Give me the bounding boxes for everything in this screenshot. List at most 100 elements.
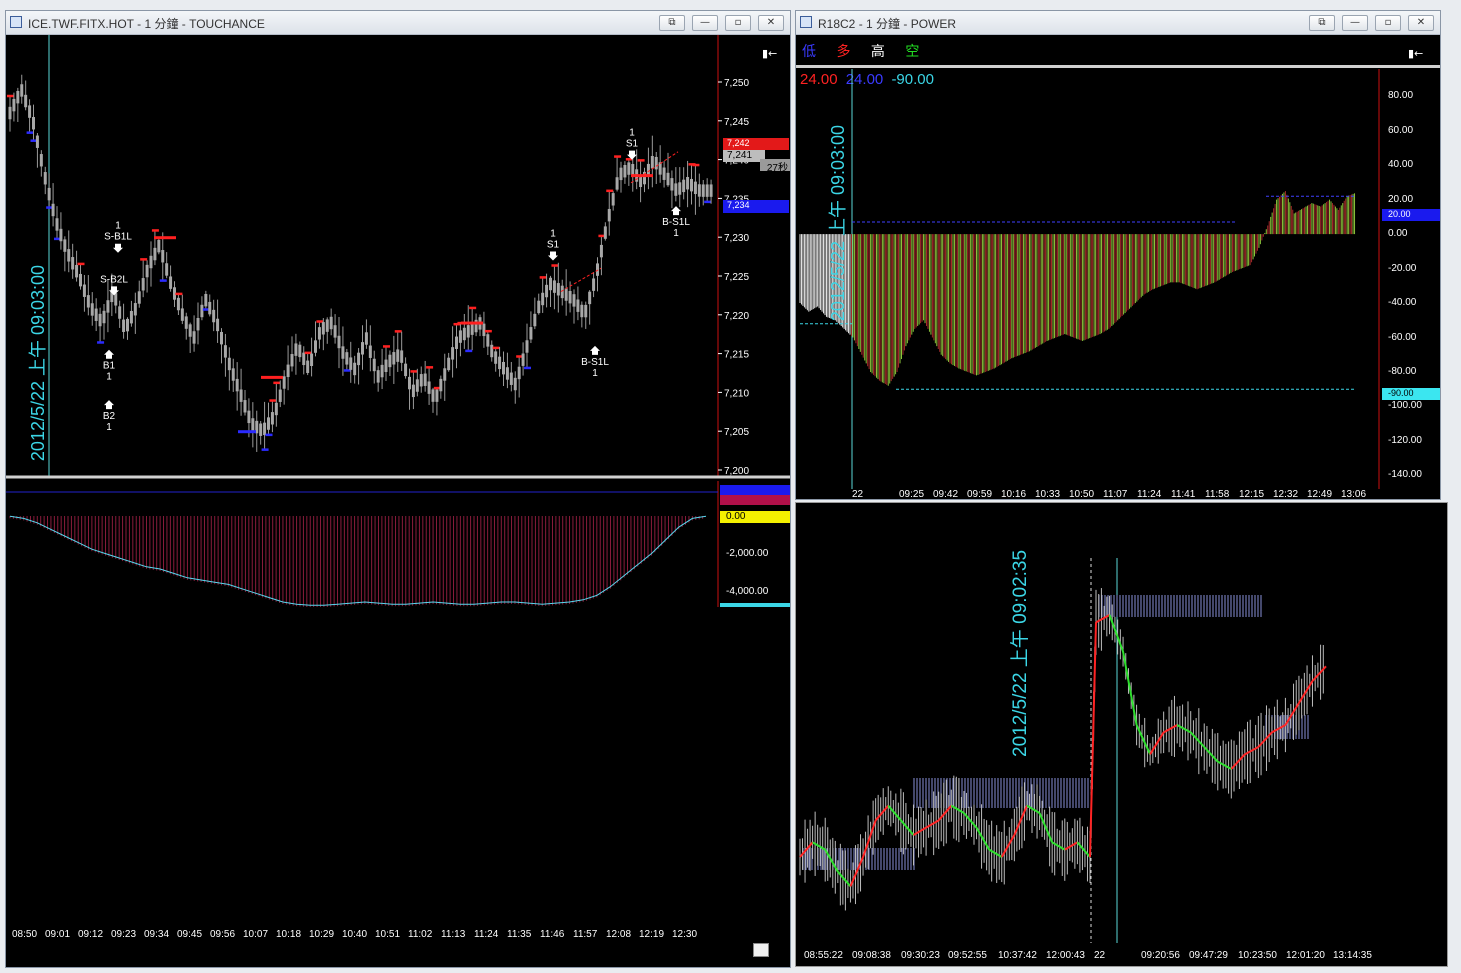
candle-body (43, 172, 47, 185)
moving-average-segment (1051, 841, 1066, 851)
legend-low: 低 (802, 44, 816, 60)
scroll-handle[interactable] (753, 943, 769, 957)
x-tick-label: 11:46 (540, 929, 565, 940)
candle-body (216, 318, 220, 332)
candle-body (619, 167, 623, 181)
candle-body (537, 300, 541, 314)
candle-body (701, 184, 705, 197)
moving-average-segment (1176, 724, 1192, 734)
low-marker (524, 366, 531, 370)
signal-qty: 1 (106, 422, 112, 433)
x-tick-label: 12:32 (1273, 489, 1299, 500)
candle-body (94, 308, 98, 321)
moving-average-segment (1163, 724, 1178, 734)
close-icon[interactable]: ✕ (758, 15, 784, 31)
candle-body (71, 257, 75, 270)
candle-body (560, 285, 564, 299)
signal-qty: 1 (673, 228, 679, 239)
candle-body (388, 354, 392, 368)
minimize-icon[interactable]: — (1342, 15, 1368, 31)
candle-body (427, 381, 431, 394)
candle-body (556, 283, 560, 296)
power-x-axis: 22 09:25 09:42 09:59 10:16 10:33 10:50 11:07 11:… (796, 487, 1440, 501)
minimize-icon[interactable]: — (692, 15, 718, 31)
candle-body (220, 331, 223, 345)
candle-body (298, 344, 302, 358)
power-ytick: -20.00 (1388, 262, 1417, 274)
power-tag-20: 20.00 (1382, 209, 1440, 221)
price-ytick: 7,245 (724, 117, 749, 128)
signal-label: B-S1L (581, 357, 609, 368)
indicator-ytick: -4,000.00 (726, 586, 769, 597)
timestamp-label: 2012/5/22 上午 09:03:00 (828, 124, 848, 322)
candle-body (709, 184, 713, 197)
candle-body (157, 239, 161, 253)
moving-average-segment (1000, 834, 1016, 858)
candle-body (118, 306, 122, 319)
maximize-icon[interactable]: ▫ (725, 15, 751, 31)
candle-body (251, 418, 255, 431)
candle-body (82, 284, 86, 297)
x-tick-label: 12:49 (1307, 489, 1333, 500)
timestamp-label: 2012/5/22 上午 09:02:35 (1010, 549, 1031, 757)
candle-body (615, 177, 619, 190)
x-tick-label: 10:07 (243, 929, 269, 940)
moving-average-segment (1189, 731, 1205, 748)
tick-chart-window[interactable]: 2012/5/22 上午 09:02:35 08:55:22 09:08:38 09… (795, 502, 1448, 967)
power-ytick: -120.00 (1388, 434, 1422, 446)
candle-body (98, 313, 102, 327)
candle-body (208, 301, 212, 315)
x-tick-label: 11:41 (1171, 489, 1196, 500)
candle-body (176, 297, 180, 311)
power-ytick: -140.00 (1388, 469, 1422, 481)
candle-body (678, 182, 682, 195)
moving-average-segment (900, 819, 915, 836)
candle-body (106, 300, 110, 313)
candle-body (482, 323, 486, 337)
restore-icon[interactable]: ⧉ (1309, 15, 1335, 31)
candle-body (102, 310, 106, 324)
candle-body (623, 165, 627, 178)
restore-icon[interactable]: ⧉ (659, 15, 685, 31)
candle-body (455, 336, 458, 349)
x-tick-label: 13:06 (1341, 489, 1367, 500)
panel-divider (796, 65, 1440, 68)
x-tick-label: 09:23 (111, 929, 137, 940)
candle-body (361, 342, 364, 355)
x-tick-label: 09:30:23 (901, 950, 940, 961)
candle-body (650, 155, 654, 169)
moving-average-segment (1013, 805, 1028, 836)
close-icon[interactable]: ✕ (1408, 15, 1434, 31)
candle-body (611, 193, 615, 206)
candle-body (32, 117, 35, 130)
x-tick-label: 09:01 (45, 929, 71, 940)
candle-body (541, 292, 545, 306)
signal-qty: 1 (550, 228, 556, 239)
right-titlebar[interactable]: R18C2 - 1 分鐘 - POWER ⧉ — ▫ ✕ (796, 11, 1440, 35)
right-chart-window[interactable]: R18C2 - 1 分鐘 - POWER ⧉ — ▫ ✕ 低 多 高 空 ▮← … (795, 10, 1441, 500)
candle-body (294, 343, 298, 356)
x-tick-label: 12:15 (1239, 489, 1265, 500)
candle-body (200, 304, 204, 318)
panel-toggle-icon[interactable]: ▮← (762, 47, 777, 60)
left-chart-window[interactable]: ICE.TWF.FITX.HOT - 1 分鐘 - TOUCHANCE ⧉ — … (5, 10, 791, 968)
candle-body (8, 106, 12, 120)
candle-body (114, 293, 118, 306)
candle-body (404, 363, 408, 377)
price-tag-last: 7,241 (723, 150, 765, 162)
panel-toggle-icon[interactable]: ▮← (1408, 47, 1423, 60)
candle-body (376, 370, 380, 383)
high-marker (492, 346, 500, 350)
x-tick-label: 09:34 (144, 929, 170, 940)
candle-body (263, 422, 267, 436)
x-tick-label: 09:52:55 (948, 950, 987, 961)
left-titlebar[interactable]: ICE.TWF.FITX.HOT - 1 分鐘 - TOUCHANCE ⧉ — … (6, 11, 790, 35)
candle-body (39, 154, 43, 167)
resistance-mark (154, 236, 176, 240)
maximize-icon[interactable]: ▫ (1375, 15, 1401, 31)
candle-body (227, 357, 231, 371)
candle-body (572, 294, 576, 307)
candle-body (513, 377, 517, 391)
candle-body (486, 334, 490, 347)
candle-body (75, 264, 79, 278)
